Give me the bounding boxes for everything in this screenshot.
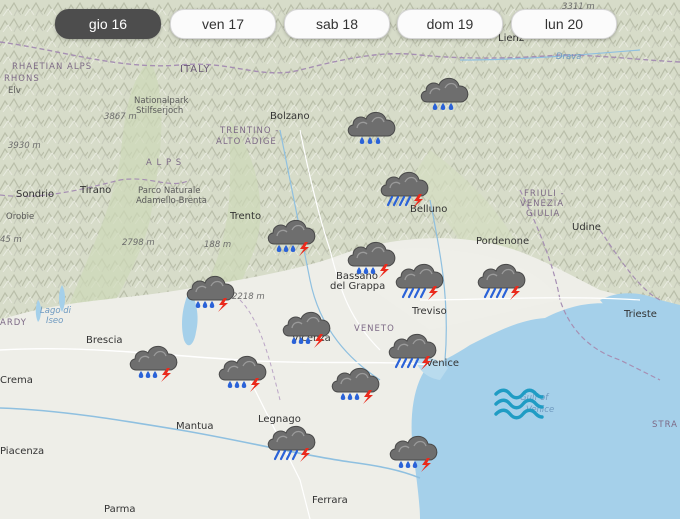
label-rhaetian: RHAETIAN ALPS — [12, 62, 93, 72]
label-brescia: Brescia — [86, 335, 123, 346]
label-drava: Drava — [556, 52, 582, 62]
label-elev-2798: 2798 m — [122, 238, 155, 248]
weather-icon-rain-2[interactable] — [344, 104, 400, 150]
tab-day-2[interactable]: ven 17 — [170, 9, 276, 39]
label-trentino: TRENTINO - — [220, 126, 280, 136]
label-crema: Crema — [0, 375, 33, 386]
weather-map[interactable]: ITALY RHAETIAN ALPS RHONS Elv Bolzano TR… — [0, 0, 680, 519]
label-sondrio: Sondrio — [16, 189, 55, 200]
label-parco-adamello-1: Parco Naturale — [138, 186, 201, 196]
label-mantua: Mantua — [176, 421, 214, 432]
label-bolzano: Bolzano — [270, 111, 310, 122]
label-elev-188: 188 m — [204, 240, 232, 250]
label-elv: Elv — [8, 86, 21, 96]
rough-sea-icon[interactable] — [494, 388, 544, 420]
tab-day-3[interactable]: sab 18 — [284, 9, 390, 39]
tab-day-1[interactable]: gio 16 — [55, 9, 161, 39]
weather-icon-rain-thunder-8[interactable] — [183, 268, 239, 314]
weather-icon-rain-1[interactable] — [417, 70, 473, 116]
label-orobie: Orobie — [6, 212, 35, 222]
weather-icon-heavy-rain-thunder-6[interactable] — [392, 256, 448, 302]
weather-icon-rain-thunder-12[interactable] — [215, 348, 271, 394]
weather-icon-rain-thunder-15[interactable] — [386, 428, 442, 474]
label-elev-3930: 3930 m — [8, 141, 41, 151]
label-rhons: RHONS — [4, 74, 40, 84]
tab-day-5[interactable]: lun 20 — [511, 9, 617, 39]
label-friuli-1: FRIULI - — [524, 189, 565, 199]
label-parco-adamello-2: Adamello-Brenta — [136, 196, 207, 206]
label-trieste: Trieste — [624, 309, 657, 320]
weather-icon-heavy-rain-thunder-14[interactable] — [264, 418, 320, 464]
label-trento: Trento — [230, 211, 262, 222]
label-lago-1: Lago di — [40, 306, 71, 316]
label-elev-3867: 3867 m — [104, 112, 137, 122]
label-friuli-3: GIULIA — [526, 209, 561, 219]
label-parma: Parma — [104, 504, 136, 515]
label-udine: Udine — [572, 222, 601, 233]
label-stra: STRA — [652, 420, 678, 430]
label-alto-adige: ALTO ADIGE — [216, 137, 277, 147]
label-italy: ITALY — [180, 64, 211, 75]
weather-icon-rain-thunder-11[interactable] — [126, 338, 182, 384]
day-tabs: gio 16 ven 17 sab 18 dom 19 lun 20 — [0, 0, 680, 50]
weather-icon-rain-thunder-9[interactable] — [279, 304, 335, 350]
label-ferrara: Ferrara — [312, 495, 348, 506]
label-elev-45: 45 m — [0, 235, 22, 245]
label-np-stelvio-1: Nationalpark — [134, 96, 189, 106]
weather-icon-heavy-rain-thunder-7[interactable] — [474, 256, 530, 302]
base-map — [0, 0, 680, 519]
label-tirano: Tirano — [80, 185, 112, 196]
label-ardy: ARDY — [0, 318, 27, 328]
label-lago-2: Iseo — [46, 316, 64, 326]
label-bassano-2: del Grappa — [330, 281, 386, 292]
label-np-stelvio-2: Stilfserjoch — [136, 106, 184, 116]
weather-icon-heavy-rain-thunder-3[interactable] — [377, 164, 433, 210]
label-alps: A L P S — [146, 158, 183, 168]
label-friuli-2: VENEZIA — [520, 199, 565, 209]
weather-icon-heavy-rain-thunder-10[interactable] — [385, 326, 441, 372]
weather-icon-rain-thunder-13[interactable] — [328, 360, 384, 406]
tab-day-4[interactable]: dom 19 — [397, 9, 503, 39]
weather-icon-rain-thunder-4[interactable] — [264, 212, 320, 258]
label-treviso: Treviso — [412, 306, 447, 317]
label-pordenone: Pordenone — [476, 236, 530, 247]
label-piacenza: Piacenza — [0, 446, 45, 457]
